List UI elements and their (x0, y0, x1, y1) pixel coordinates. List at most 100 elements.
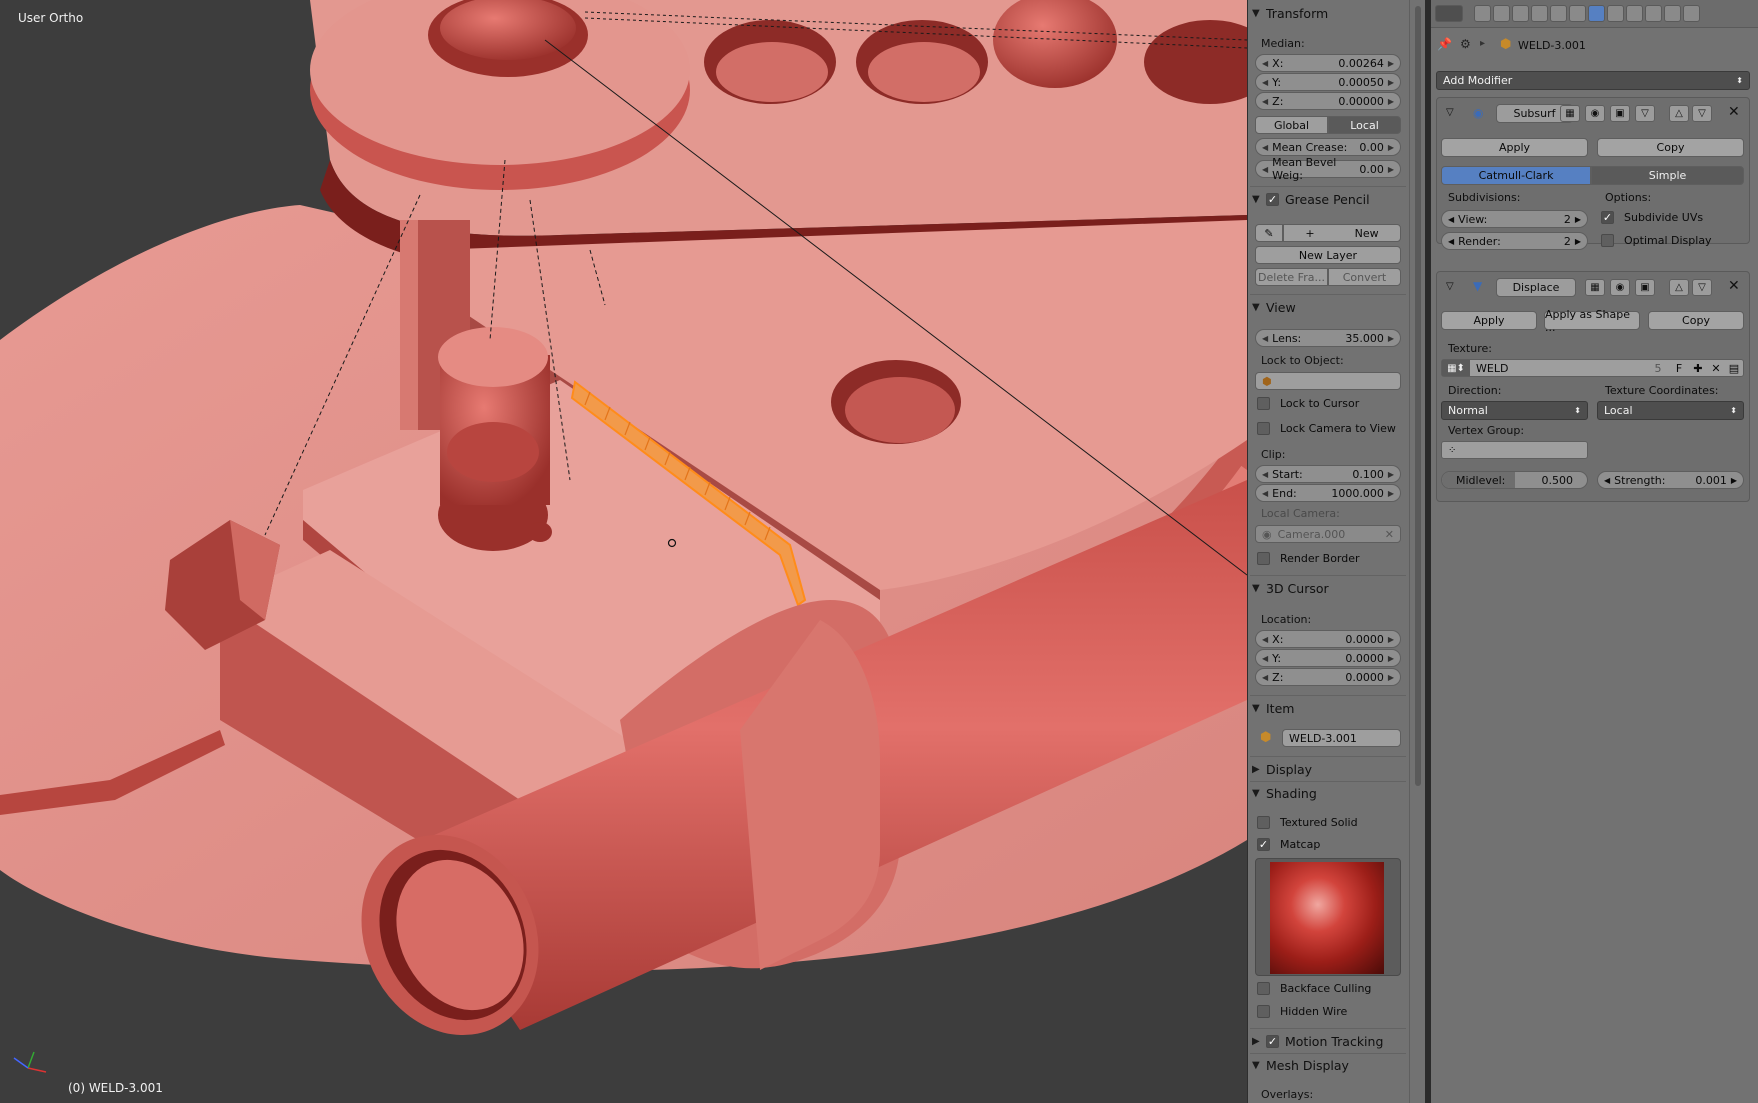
matcap-checkbox[interactable]: ✓ Matcap (1257, 838, 1320, 851)
modifiers-tab-icon[interactable] (1588, 5, 1605, 22)
increment-arrow-icon[interactable]: ▶ (1731, 476, 1737, 485)
subdivide-uvs-checkbox[interactable]: ✓ Subdivide UVs (1601, 211, 1703, 224)
grease-pencil-checkbox[interactable]: ✓ (1266, 192, 1279, 206)
new-layer-button[interactable]: New Layer (1255, 246, 1401, 264)
textured-solid-checkbox[interactable]: Textured Solid (1257, 816, 1358, 829)
decrement-arrow-icon[interactable]: ◀ (1262, 334, 1268, 343)
item-panel-header[interactable]: ▼ Item (1252, 697, 1402, 719)
checkbox-box[interactable] (1257, 397, 1270, 410)
global-toggle[interactable]: Global (1255, 116, 1328, 134)
editmode-toggle-icon[interactable]: ▣ (1635, 279, 1655, 296)
cursor-y-field[interactable]: ◀ Y: 0.0000 ▶ (1255, 649, 1401, 667)
displace-copy-button[interactable]: Copy (1648, 311, 1744, 330)
increment-arrow-icon[interactable]: ▶ (1388, 489, 1394, 498)
scene-tab-icon[interactable] (1512, 5, 1529, 22)
editor-type-icon[interactable] (1435, 5, 1463, 22)
render-border-checkbox[interactable]: Render Border (1257, 552, 1360, 565)
checkbox-box[interactable] (1601, 234, 1614, 247)
decrement-arrow-icon[interactable]: ◀ (1262, 489, 1268, 498)
increment-arrow-icon[interactable]: ▶ (1388, 97, 1394, 106)
object-name-field[interactable]: WELD-3.001 (1282, 729, 1401, 747)
increment-arrow-icon[interactable]: ▶ (1575, 237, 1581, 246)
shading-panel-header[interactable]: ▼ Shading (1252, 782, 1402, 804)
data-tab-icon[interactable] (1607, 5, 1624, 22)
decrement-arrow-icon[interactable]: ◀ (1262, 635, 1268, 644)
remove-modifier-icon[interactable]: ✕ (1728, 278, 1740, 294)
increment-arrow-icon[interactable]: ▶ (1388, 78, 1394, 87)
subsurf-render-levels-field[interactable]: ◀ Render: 2 ▶ (1441, 232, 1588, 250)
apply-as-shape-button[interactable]: Apply as Shape ... (1544, 308, 1640, 334)
viewport-visibility-icon[interactable]: ◉ (1585, 105, 1605, 122)
decrement-arrow-icon[interactable]: ◀ (1262, 59, 1268, 68)
decrement-arrow-icon[interactable]: ◀ (1448, 237, 1454, 246)
move-up-icon[interactable]: △ (1669, 279, 1689, 296)
subsurf-view-levels-field[interactable]: ◀ View: 2 ▶ (1441, 210, 1588, 228)
increment-arrow-icon[interactable]: ▶ (1388, 143, 1394, 152)
display-panel-header[interactable]: ▶ Display (1252, 758, 1402, 780)
object-tab-icon[interactable] (1550, 5, 1567, 22)
direction-dropdown[interactable]: Normal ⬍ (1441, 401, 1588, 420)
texture-coordinates-dropdown[interactable]: Local ⬍ (1597, 401, 1744, 420)
cursor-x-field[interactable]: ◀ X: 0.0000 ▶ (1255, 630, 1401, 648)
displace-apply-button[interactable]: Apply (1441, 311, 1537, 330)
subsurf-apply-button[interactable]: Apply (1441, 138, 1588, 157)
decrement-arrow-icon[interactable]: ◀ (1448, 215, 1454, 224)
median-y-field[interactable]: ◀ Y: 0.00050 ▶ (1255, 73, 1401, 91)
remove-modifier-icon[interactable]: ✕ (1728, 104, 1740, 120)
lens-field[interactable]: ◀ Lens: 35.000 ▶ (1255, 329, 1401, 347)
decrement-arrow-icon[interactable]: ◀ (1262, 654, 1268, 663)
decrement-arrow-icon[interactable]: ◀ (1262, 78, 1268, 87)
motion-tracking-checkbox[interactable]: ✓ (1266, 1034, 1279, 1048)
material-tab-icon[interactable] (1626, 5, 1643, 22)
texture-users-count[interactable]: 5 (1647, 362, 1669, 375)
vertex-group-field[interactable]: ⁘ (1441, 441, 1588, 459)
move-down-icon[interactable]: ▽ (1692, 279, 1712, 296)
texture-properties-icon[interactable]: ▤ (1725, 362, 1743, 375)
decrement-arrow-icon[interactable]: ◀ (1604, 476, 1610, 485)
move-down-icon[interactable]: ▽ (1692, 105, 1712, 122)
decrement-arrow-icon[interactable]: ◀ (1262, 673, 1268, 682)
catmull-clark-toggle[interactable]: Catmull-Clark (1441, 166, 1591, 185)
checkbox-box[interactable]: ✓ (1601, 211, 1614, 224)
breadcrumb-object-name[interactable]: WELD-3.001 (1518, 39, 1586, 52)
checker-texture-icon[interactable]: ▦⬍ (1442, 360, 1470, 376)
decrement-arrow-icon[interactable]: ◀ (1262, 470, 1268, 479)
strength-field[interactable]: ◀ Strength: 0.001 ▶ (1597, 471, 1744, 489)
n-panel-scrollbar[interactable] (1409, 0, 1425, 1103)
lock-camera-to-view-checkbox[interactable]: Lock Camera to View (1257, 422, 1396, 435)
world-tab-icon[interactable] (1531, 5, 1548, 22)
increment-arrow-icon[interactable]: ▶ (1388, 165, 1394, 174)
checkbox-box[interactable]: ✓ (1257, 838, 1270, 851)
motion-tracking-panel-header[interactable]: ▶ ✓ Motion Tracking (1252, 1030, 1402, 1052)
hidden-wire-checkbox[interactable]: Hidden Wire (1257, 1005, 1347, 1018)
on-cage-toggle-icon[interactable]: ▽ (1635, 105, 1655, 122)
cursor-z-field[interactable]: ◀ Z: 0.0000 ▶ (1255, 668, 1401, 686)
decrement-arrow-icon[interactable]: ◀ (1262, 143, 1268, 152)
backface-culling-checkbox[interactable]: Backface Culling (1257, 982, 1371, 995)
increment-arrow-icon[interactable]: ▶ (1388, 334, 1394, 343)
render-toggle-icon[interactable]: ▦ (1560, 105, 1580, 122)
mesh-display-panel-header[interactable]: ▼ Mesh Display (1252, 1054, 1402, 1076)
convert-button[interactable]: Convert (1328, 268, 1401, 286)
scrollbar-thumb[interactable] (1415, 6, 1421, 786)
increment-arrow-icon[interactable]: ▶ (1388, 635, 1394, 644)
render-toggle-icon[interactable]: ▦ (1585, 279, 1605, 296)
pin-icon[interactable]: 📌 (1437, 37, 1452, 51)
checkbox-box[interactable] (1257, 982, 1270, 995)
texture-tab-icon[interactable] (1645, 5, 1662, 22)
add-modifier-dropdown[interactable]: Add Modifier ⬍ (1436, 71, 1750, 90)
viewport-visibility-icon[interactable]: ◉ (1610, 279, 1630, 296)
optimal-display-checkbox[interactable]: Optimal Display (1601, 234, 1712, 247)
increment-arrow-icon[interactable]: ▶ (1575, 215, 1581, 224)
pencil-icon[interactable]: ✎ (1255, 224, 1283, 242)
render-tab-icon[interactable] (1474, 5, 1491, 22)
increment-arrow-icon[interactable]: ▶ (1388, 470, 1394, 479)
transform-panel-header[interactable]: ▼ Transform (1252, 2, 1402, 24)
checkbox-box[interactable] (1257, 422, 1270, 435)
subsurf-copy-button[interactable]: Copy (1597, 138, 1744, 157)
move-up-icon[interactable]: △ (1669, 105, 1689, 122)
3d-viewport[interactable]: User Ortho (0) WELD-3.001 (0, 0, 1247, 1103)
mean-crease-field[interactable]: ◀ Mean Crease: 0.00 ▶ (1255, 138, 1401, 156)
clip-start-field[interactable]: ◀ Start: 0.100 ▶ (1255, 465, 1401, 483)
clip-end-field[interactable]: ◀ End: 1000.000 ▶ (1255, 484, 1401, 502)
